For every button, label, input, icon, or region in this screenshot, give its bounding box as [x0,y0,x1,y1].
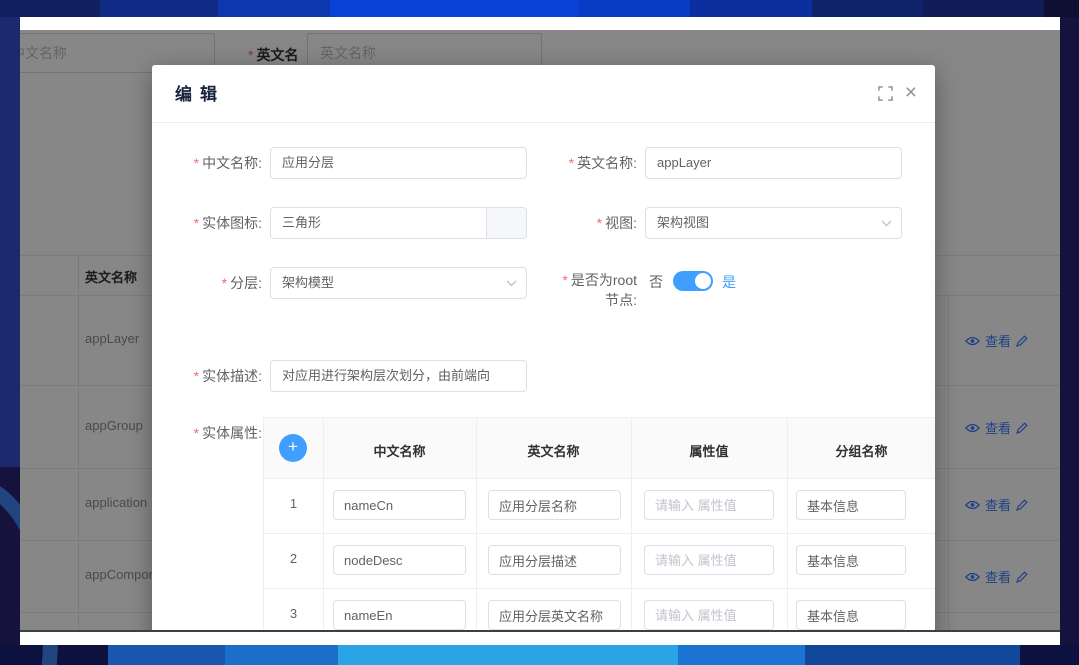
entity-desc-label: *实体描述: [152,366,262,386]
attr-value-input[interactable] [644,490,774,520]
is-root-label: *是否为root节点: [552,270,637,310]
attr-en-input[interactable] [488,490,621,520]
attr-row-index: 1 [264,496,323,511]
app-window: *英文名 英文名称 appLayer appGroup application … [20,17,1060,645]
toggle-off-text: 否 [649,272,663,292]
page-bottom-edge [20,630,1060,632]
attr-row-index: 2 [264,551,323,566]
attr-row-index: 3 [264,606,323,621]
table-line [476,418,477,630]
dialog-title: 编辑 [175,80,225,105]
fullscreen-icon[interactable] [878,86,893,101]
left-decor-strip [0,17,20,467]
stripe-segment [578,0,690,17]
layer-select[interactable]: 架构模型 [270,267,527,299]
attr-en-input[interactable] [488,600,621,630]
stripe-segment [1044,0,1079,17]
table-line [264,533,935,534]
view-label: *视图: [527,213,637,233]
table-line [323,418,324,630]
stripe-segment [805,645,1020,665]
entity-attrs-label: *实体属性: [152,423,262,443]
attr-group-input[interactable] [796,545,906,575]
table-line [264,588,935,589]
toggle-on-text: 是 [722,272,736,292]
stripe-segment [678,645,805,665]
attr-group-input[interactable] [796,600,906,630]
en-name-label: *英文名称: [527,153,637,173]
col-header-group: 分组名称 [787,441,935,460]
cn-name-label: *中文名称: [152,153,262,173]
stripe-segment [1020,645,1079,665]
chevron-down-icon [506,280,517,287]
edit-dialog: 编辑 × *中文名称: 应用分层 *英文名称: appLayer [152,65,935,630]
attr-value-input[interactable] [644,600,774,630]
cn-name-input[interactable]: 应用分层 [270,147,527,179]
top-decor-stripe [0,0,1079,17]
stripe-segment [108,645,225,665]
en-name-input[interactable]: appLayer [645,147,902,179]
divider [152,122,935,123]
stripe-segment [330,0,578,17]
attr-en-input[interactable] [488,545,621,575]
stripe-segment [225,645,338,665]
col-header-value: 属性值 [631,441,787,460]
stripe-segment [100,0,218,17]
attr-cn-input[interactable] [333,600,466,630]
add-attribute-button[interactable]: + [279,434,307,462]
close-icon[interactable]: × [905,85,917,101]
stripe-segment [923,0,1044,17]
entity-icon-input[interactable]: 三角形 [270,207,527,239]
entity-desc-input[interactable]: 对应用进行架构层次划分，由前端向 [270,360,527,392]
stripe-segment [0,0,100,17]
stripe-segment [338,645,678,665]
attr-group-input[interactable] [796,490,906,520]
chevron-down-icon [881,220,892,227]
view-select[interactable]: 架构视图 [645,207,902,239]
col-header-en: 英文名称 [476,441,631,460]
attr-cn-input[interactable] [333,490,466,520]
stripe-segment [218,0,330,17]
entity-icon-label: *实体图标: [152,213,262,233]
icon-picker-addon[interactable] [486,208,526,238]
col-header-cn: 中文名称 [323,441,476,460]
stripe-segment [812,0,923,17]
attr-cn-input[interactable] [333,545,466,575]
is-root-toggle[interactable] [673,271,713,291]
page-viewport: *英文名 英文名称 appLayer appGroup application … [20,30,1060,630]
table-line [264,478,935,479]
attr-value-input[interactable] [644,545,774,575]
stripe-segment [690,0,812,17]
attribute-table: + 中文名称 英文名称 属性值 分组名称 1 [263,417,935,630]
layer-label: *分层: [152,273,262,293]
table-line [787,418,788,630]
bottom-decor-stripe [0,645,1079,665]
toggle-knob [695,273,711,289]
desktop-canvas: *英文名 英文名称 appLayer appGroup application … [0,0,1079,665]
table-line [631,418,632,630]
dialog-tools: × [878,85,917,101]
